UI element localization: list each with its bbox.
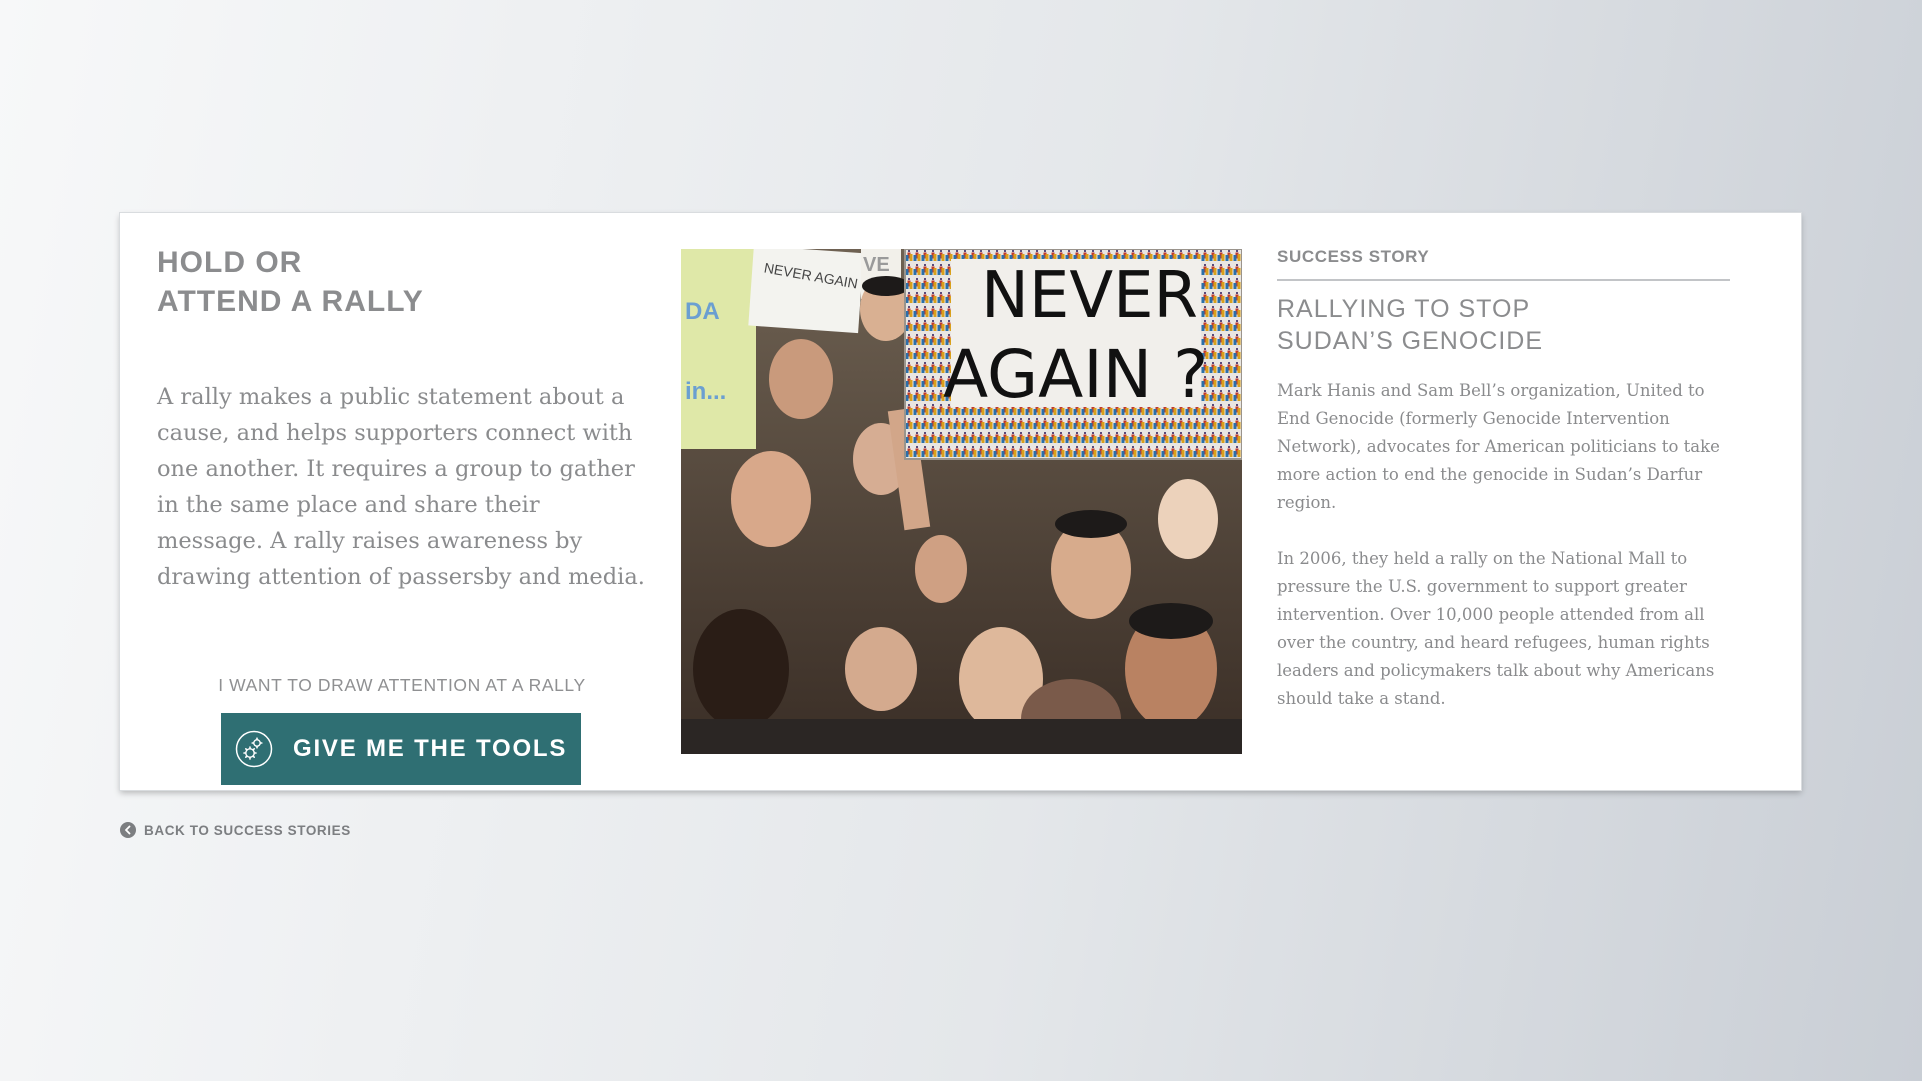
success-story-paragraph-2: In 2006, they held a rally on the Nation…: [1277, 549, 1715, 708]
success-story-title: RALLYING TO STOP SUDAN’S GENOCIDE: [1277, 293, 1730, 357]
side-sign-text-3: VE: [863, 254, 890, 276]
page-title: HOLD OR ATTEND A RALLY: [157, 243, 647, 321]
side-sign-text-2: in...: [685, 378, 726, 405]
success-story-title-line-2: SUDAN’S GENOCIDE: [1277, 327, 1544, 355]
back-to-success-stories-label: BACK TO SUCCESS STORIES: [144, 822, 351, 838]
give-me-the-tools-label: GIVE ME THE TOOLS: [293, 735, 568, 762]
success-story-kicker: SUCCESS STORY: [1277, 247, 1730, 281]
back-to-success-stories-link[interactable]: BACK TO SUCCESS STORIES: [120, 822, 351, 838]
success-story-title-line-1: RALLYING TO STOP: [1277, 295, 1531, 323]
chevron-left-circle-icon: [120, 822, 136, 838]
page-title-line-1: HOLD OR: [157, 246, 303, 279]
side-sign-text-1: DA: [685, 298, 720, 325]
page-title-line-2: ATTEND A RALLY: [157, 285, 424, 318]
rally-card: HOLD OR ATTEND A RALLY A rally makes a p…: [120, 213, 1801, 790]
give-me-the-tools-button[interactable]: GIVE ME THE TOOLS: [221, 713, 581, 785]
main-sign-line-1: NEVER: [981, 259, 1198, 333]
action-description: A rally makes a public statement about a…: [157, 384, 645, 590]
gears-icon: [235, 730, 273, 768]
success-story-column: SUCCESS STORY RALLYING TO STOP SUDAN’S G…: [1277, 243, 1730, 713]
main-sign-line-2: AGAIN ?: [943, 336, 1208, 413]
action-column: HOLD OR ATTEND A RALLY A rally makes a p…: [157, 243, 647, 785]
success-story-paragraph-1: Mark Hanis and Sam Bell’s organization, …: [1277, 381, 1720, 512]
rally-photo: DA in... NEVER AGAIN WE CAN'T VE NEVER A…: [681, 249, 1242, 754]
cta-label: I WANT TO DRAW ATTENTION AT A RALLY: [218, 675, 586, 695]
